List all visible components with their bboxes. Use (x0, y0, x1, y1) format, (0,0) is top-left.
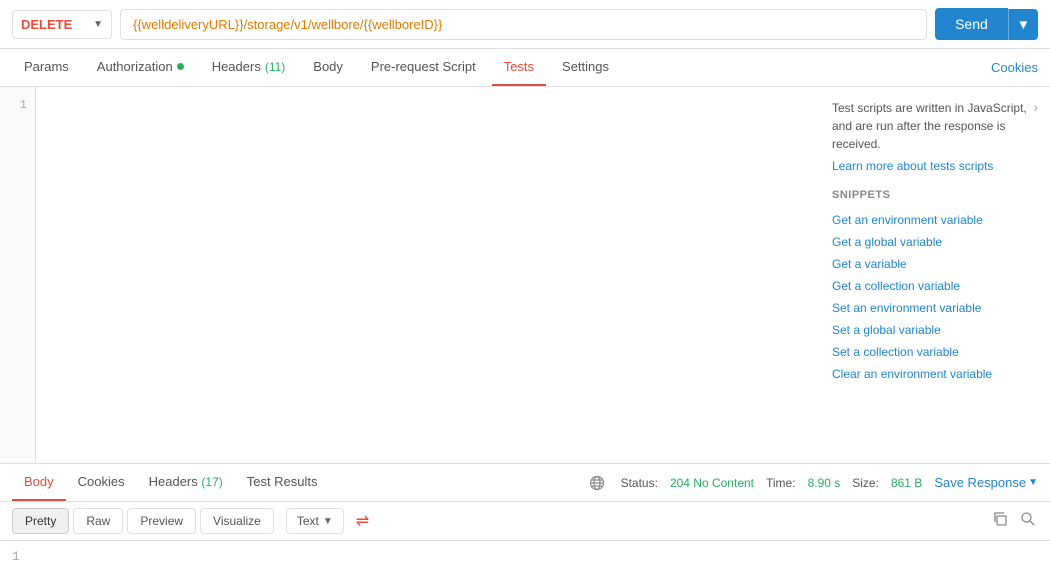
tab-headers[interactable]: Headers (11) (200, 49, 298, 86)
response-headers-badge: (17) (201, 475, 222, 489)
send-button[interactable]: Send (935, 8, 1008, 40)
format-type-dropdown[interactable]: Text ▼ (286, 508, 344, 534)
tab-pre-request-label: Pre-request Script (371, 59, 476, 74)
snippet-get-collection-var[interactable]: Get a collection variable (832, 275, 1038, 297)
time-label: Time: (766, 476, 796, 490)
tab-pre-request-script[interactable]: Pre-request Script (359, 49, 488, 86)
format-btn-raw[interactable]: Raw (73, 508, 123, 534)
tab-tests-label: Tests (504, 59, 534, 74)
tab-settings-label: Settings (562, 59, 609, 74)
response-headers-label: Headers (149, 474, 198, 489)
response-tab-cookies[interactable]: Cookies (66, 464, 137, 501)
response-tab-headers[interactable]: Headers (17) (137, 464, 235, 501)
response-tab-test-results[interactable]: Test Results (235, 464, 330, 501)
editor-area: 1 (0, 87, 820, 463)
tab-params[interactable]: Params (12, 49, 81, 86)
format-type-label: Text (297, 514, 319, 528)
search-icon[interactable] (1018, 509, 1038, 534)
method-dropdown[interactable]: DELETE ▼ (12, 10, 112, 39)
action-icons (990, 509, 1038, 534)
response-tab-body[interactable]: Body (12, 464, 66, 501)
cookies-link[interactable]: Cookies (991, 60, 1038, 75)
method-chevron-icon: ▼ (93, 19, 103, 30)
format-btn-pretty[interactable]: Pretty (12, 508, 69, 534)
send-dropdown-chevron-icon: ▼ (1017, 17, 1030, 32)
format-bar: Pretty Raw Preview Visualize Text ▼ ⇌ (0, 502, 1050, 541)
time-value: 8.90 s (808, 476, 841, 490)
tab-body[interactable]: Body (301, 49, 355, 86)
top-bar: DELETE ▼ Send ▼ (0, 0, 1050, 49)
wrap-icon[interactable]: ⇌ (356, 511, 369, 531)
tab-settings[interactable]: Settings (550, 49, 621, 86)
globe-icon (589, 475, 605, 491)
snippet-get-var[interactable]: Get a variable (832, 253, 1038, 275)
format-btn-preview[interactable]: Preview (127, 508, 196, 534)
authorization-dot-icon (177, 63, 184, 70)
snippets-description: Test scripts are written in JavaScript, … (832, 99, 1033, 153)
nav-tabs: Params Authorization Headers (11) Body P… (0, 49, 1050, 87)
response-area: Body Cookies Headers (17) Test Results S… (0, 463, 1050, 572)
response-meta: Status: 204 No Content Time: 8.90 s Size… (589, 475, 1038, 491)
save-response-label: Save Response (934, 475, 1026, 490)
tab-tests[interactable]: Tests (492, 49, 546, 86)
copy-icon[interactable] (990, 509, 1010, 534)
send-button-group: Send ▼ (935, 8, 1038, 40)
tab-body-label: Body (313, 59, 343, 74)
line-numbers: 1 (0, 87, 36, 463)
snippet-set-env-var[interactable]: Set an environment variable (832, 297, 1038, 319)
snippets-panel: Test scripts are written in JavaScript, … (820, 87, 1050, 463)
snippet-clear-env-var[interactable]: Clear an environment variable (832, 363, 1038, 385)
format-type-chevron-icon: ▼ (323, 516, 333, 527)
save-response-chevron-icon: ▼ (1028, 477, 1038, 488)
main-area: 1 Test scripts are written in JavaScript… (0, 87, 1050, 463)
size-value: 861 B (891, 476, 922, 490)
snippet-set-collection-var[interactable]: Set a collection variable (832, 341, 1038, 363)
status-value: 204 No Content (670, 476, 754, 490)
tab-authorization-label: Authorization (97, 59, 173, 74)
snippet-get-env-var[interactable]: Get an environment variable (832, 209, 1038, 231)
format-btn-visualize[interactable]: Visualize (200, 508, 274, 534)
url-input[interactable] (120, 9, 927, 40)
response-body: 1 (0, 541, 1050, 572)
snippets-header: SNIPPETS (832, 189, 1038, 201)
headers-badge: (11) (265, 60, 285, 74)
response-line-number: 1 (12, 549, 20, 564)
tab-params-label: Params (24, 59, 69, 74)
size-label: Size: (852, 476, 879, 490)
send-dropdown-button[interactable]: ▼ (1008, 9, 1038, 40)
line-number-1: 1 (0, 95, 35, 115)
response-tabs-bar: Body Cookies Headers (17) Test Results S… (0, 464, 1050, 502)
tab-authorization[interactable]: Authorization (85, 49, 196, 86)
snippets-more-icon[interactable]: › (1033, 99, 1038, 115)
method-label: DELETE (21, 17, 72, 32)
learn-more-link[interactable]: Learn more about tests scripts (832, 159, 1038, 173)
snippet-set-global-var[interactable]: Set a global variable (832, 319, 1038, 341)
snippet-get-global-var[interactable]: Get a global variable (832, 231, 1038, 253)
test-editor[interactable] (36, 87, 820, 463)
status-label: Status: (621, 476, 658, 490)
save-response-button[interactable]: Save Response ▼ (934, 475, 1038, 490)
tab-headers-label: Headers (212, 59, 261, 74)
